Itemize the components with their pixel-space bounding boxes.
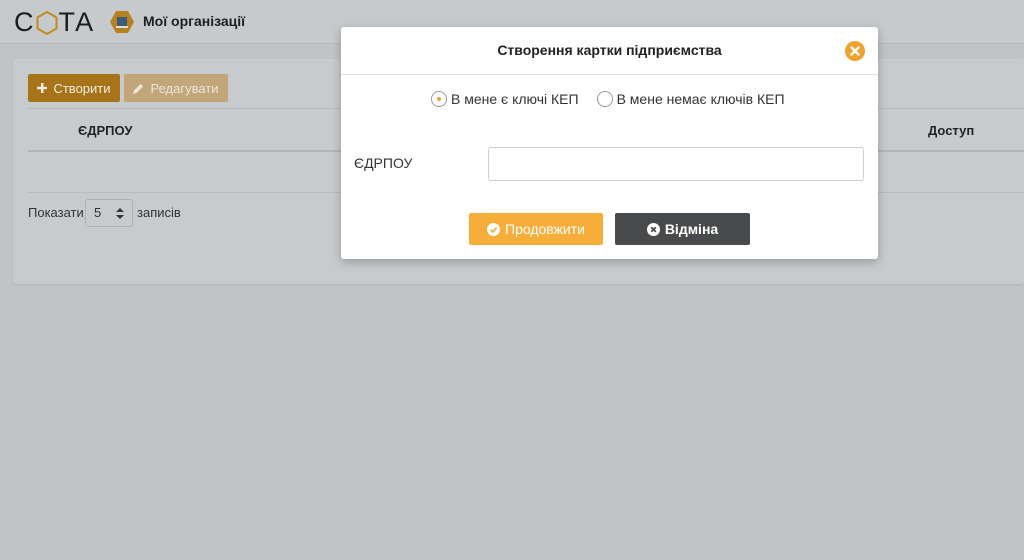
edit-button[interactable]: Редагувати	[124, 74, 228, 102]
create-button[interactable]: Створити	[28, 74, 120, 102]
close-icon	[850, 46, 860, 56]
continue-button-label: Продовжити	[505, 221, 585, 237]
column-header-access[interactable]: Доступ	[928, 123, 974, 138]
radio-no-keys-label: В мене немає ключів КЕП	[616, 91, 785, 107]
hexagon-icon	[36, 10, 57, 35]
create-company-modal: Створення картки підприємства В мене є к…	[341, 27, 878, 259]
radio-no-keys[interactable]: В мене немає ключів КЕП	[596, 91, 785, 107]
page-size-value: 5	[94, 205, 102, 220]
close-circle-icon	[646, 222, 660, 236]
plus-icon	[37, 83, 48, 93]
sort-arrows-icon	[116, 208, 124, 219]
edrpou-label: ЄДРПОУ	[354, 155, 413, 171]
show-label: Показати	[28, 205, 84, 220]
cota-logo[interactable]: C ТА	[14, 9, 94, 36]
continue-button[interactable]: Продовжити	[469, 213, 603, 245]
close-button[interactable]	[845, 41, 865, 61]
cancel-button[interactable]: Відміна	[615, 213, 750, 245]
create-button-label: Створити	[53, 80, 111, 96]
key-radio-group: В мене є ключі КЕП В мене немає ключів К…	[431, 91, 803, 107]
pencil-icon	[133, 83, 144, 94]
check-circle-icon	[487, 222, 500, 236]
nav-title[interactable]: Мої організації	[143, 13, 245, 29]
radio-has-keys-label: В мене є ключі КЕП	[451, 91, 579, 107]
modal-title: Створення картки підприємства	[341, 27, 878, 75]
cancel-button-label: Відміна	[664, 221, 719, 237]
edit-button-label: Редагувати	[150, 80, 219, 96]
radio-checked-icon[interactable]	[431, 91, 447, 107]
column-header-edrpou[interactable]: ЄДРПОУ	[78, 123, 132, 138]
radio-unchecked-icon[interactable]	[596, 91, 613, 107]
organization-icon	[110, 11, 134, 33]
logo-text-ta: ТА	[58, 7, 95, 37]
records-label: записів	[137, 205, 181, 220]
edrpou-input[interactable]	[488, 147, 864, 181]
page-size-select[interactable]: 5	[85, 199, 133, 227]
radio-has-keys[interactable]: В мене є ключі КЕП	[431, 91, 579, 107]
logo-text-c: C	[14, 7, 35, 37]
